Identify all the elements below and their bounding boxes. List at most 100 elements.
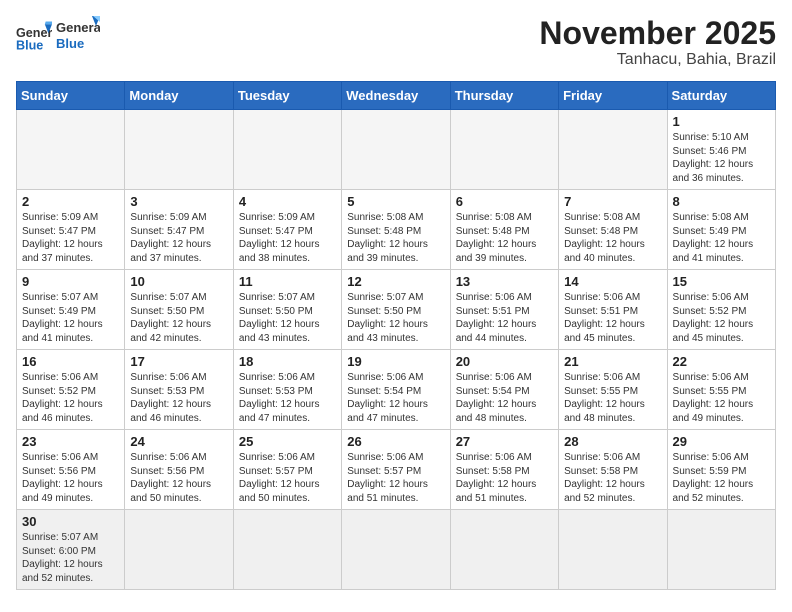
calendar-cell — [342, 510, 450, 590]
day-number: 22 — [673, 354, 770, 369]
cell-info: Sunrise: 5:08 AMSunset: 5:48 PMDaylight:… — [456, 211, 553, 265]
day-number: 3 — [130, 194, 227, 209]
day-number: 25 — [239, 434, 336, 449]
cell-info: Sunrise: 5:06 AMSunset: 5:53 PMDaylight:… — [130, 371, 227, 425]
day-number: 1 — [673, 114, 770, 129]
cell-info: Sunrise: 5:09 AMSunset: 5:47 PMDaylight:… — [239, 211, 336, 265]
calendar-cell: 20Sunrise: 5:06 AMSunset: 5:54 PMDayligh… — [450, 350, 558, 430]
page-header: General Blue General Blue November 2025 … — [16, 16, 776, 69]
weekday-header-thursday: Thursday — [450, 82, 558, 110]
calendar-cell: 19 Sunrise: 5:06 AMSunset: 5:54 PMDayligh… — [342, 350, 450, 430]
day-number: 29 — [673, 434, 770, 449]
cell-info: Sunrise: 5:09 AMSunset: 5:47 PMDaylight:… — [130, 211, 227, 265]
calendar-cell: 29 Sunrise: 5:06 AMSunset: 5:59 PMDayligh… — [667, 430, 775, 510]
calendar-cell: 30 Sunrise: 5:07 AMSunset: 6:00 PMDayligh… — [17, 510, 125, 590]
calendar-cell: 28 Sunrise: 5:06 AMSunset: 5:58 PMDayligh… — [559, 430, 667, 510]
cell-info: Sunrise: 5:07 AMSunset: 5:50 PMDaylight:… — [347, 291, 444, 345]
cell-info: Sunrise: 5:06 AMSunset: 5:58 PMDaylight:… — [456, 451, 553, 505]
location: Tanhacu, Bahia, Brazil — [539, 51, 776, 69]
cell-info: Sunrise: 5:06 AMSunset: 5:54 PMDaylight:… — [347, 371, 444, 425]
calendar-cell: 16 Sunrise: 5:06 AMSunset: 5:52 PMDayligh… — [17, 350, 125, 430]
calendar-week-row: 1 Sunrise: 5:10 AMSunset: 5:46 PMDaylight… — [17, 110, 776, 190]
svg-text:General: General — [56, 20, 100, 35]
cell-info: Sunrise: 5:06 AMSunset: 5:52 PMDaylight:… — [22, 371, 119, 425]
calendar-cell: 13Sunrise: 5:06 AMSunset: 5:51 PMDayligh… — [450, 270, 558, 350]
calendar-cell: 14Sunrise: 5:06 AMSunset: 5:51 PMDayligh… — [559, 270, 667, 350]
cell-info: Sunrise: 5:08 AMSunset: 5:48 PMDaylight:… — [347, 211, 444, 265]
day-number: 16 — [22, 354, 119, 369]
calendar-cell: 22 Sunrise: 5:06 AMSunset: 5:55 PMDayligh… — [667, 350, 775, 430]
cell-info: Sunrise: 5:06 AMSunset: 5:59 PMDaylight:… — [673, 451, 770, 505]
cell-info: Sunrise: 5:06 AMSunset: 5:58 PMDaylight:… — [564, 451, 661, 505]
calendar-cell: 7 Sunrise: 5:08 AMSunset: 5:48 PMDaylight… — [559, 190, 667, 270]
calendar-cell — [125, 510, 233, 590]
calendar-cell: 10Sunrise: 5:07 AMSunset: 5:50 PMDayligh… — [125, 270, 233, 350]
calendar-table: SundayMondayTuesdayWednesdayThursdayFrid… — [16, 81, 776, 590]
calendar-cell: 5Sunrise: 5:08 AMSunset: 5:48 PMDaylight… — [342, 190, 450, 270]
cell-info: Sunrise: 5:08 AMSunset: 5:48 PMDaylight:… — [564, 211, 661, 265]
day-number: 9 — [22, 274, 119, 289]
logo-icon: General Blue — [16, 17, 52, 53]
day-number: 12 — [347, 274, 444, 289]
calendar-cell: 4 Sunrise: 5:09 AMSunset: 5:47 PMDaylight… — [233, 190, 341, 270]
calendar-cell — [559, 510, 667, 590]
calendar-cell — [667, 510, 775, 590]
calendar-cell: 18Sunrise: 5:06 AMSunset: 5:53 PMDayligh… — [233, 350, 341, 430]
cell-info: Sunrise: 5:06 AMSunset: 5:56 PMDaylight:… — [22, 451, 119, 505]
calendar-cell: 17 Sunrise: 5:06 AMSunset: 5:53 PMDayligh… — [125, 350, 233, 430]
calendar-cell: 9 Sunrise: 5:07 AMSunset: 5:49 PMDaylight… — [17, 270, 125, 350]
calendar-week-row: 23Sunrise: 5:06 AMSunset: 5:56 PMDayligh… — [17, 430, 776, 510]
calendar-cell: 26Sunrise: 5:06 AMSunset: 5:57 PMDayligh… — [342, 430, 450, 510]
cell-info: Sunrise: 5:06 AMSunset: 5:51 PMDaylight:… — [456, 291, 553, 345]
weekday-header-wednesday: Wednesday — [342, 82, 450, 110]
calendar-cell — [233, 510, 341, 590]
weekday-header-row: SundayMondayTuesdayWednesdayThursdayFrid… — [17, 82, 776, 110]
day-number: 15 — [673, 274, 770, 289]
weekday-header-saturday: Saturday — [667, 82, 775, 110]
calendar-cell: 8 Sunrise: 5:08 AMSunset: 5:49 PMDaylight… — [667, 190, 775, 270]
calendar-cell — [342, 110, 450, 190]
cell-info: Sunrise: 5:10 AMSunset: 5:46 PMDaylight:… — [673, 131, 770, 185]
cell-info: Sunrise: 5:07 AMSunset: 5:49 PMDaylight:… — [22, 291, 119, 345]
cell-info: Sunrise: 5:07 AMSunset: 6:00 PMDaylight:… — [22, 531, 119, 585]
day-number: 21 — [564, 354, 661, 369]
day-number: 8 — [673, 194, 770, 209]
day-number: 28 — [564, 434, 661, 449]
day-number: 7 — [564, 194, 661, 209]
cell-info: Sunrise: 5:07 AMSunset: 5:50 PMDaylight:… — [130, 291, 227, 345]
cell-info: Sunrise: 5:06 AMSunset: 5:55 PMDaylight:… — [564, 371, 661, 425]
calendar-cell: 12 Sunrise: 5:07 AMSunset: 5:50 PMDayligh… — [342, 270, 450, 350]
calendar-cell — [125, 110, 233, 190]
cell-info: Sunrise: 5:08 AMSunset: 5:49 PMDaylight:… — [673, 211, 770, 265]
svg-text:Blue: Blue — [16, 38, 43, 52]
day-number: 24 — [130, 434, 227, 449]
day-number: 19 — [347, 354, 444, 369]
day-number: 17 — [130, 354, 227, 369]
calendar-week-row: 9 Sunrise: 5:07 AMSunset: 5:49 PMDaylight… — [17, 270, 776, 350]
day-number: 30 — [22, 514, 119, 529]
cell-info: Sunrise: 5:06 AMSunset: 5:55 PMDaylight:… — [673, 371, 770, 425]
cell-info: Sunrise: 5:06 AMSunset: 5:57 PMDaylight:… — [239, 451, 336, 505]
calendar-cell: 27 Sunrise: 5:06 AMSunset: 5:58 PMDayligh… — [450, 430, 558, 510]
day-number: 26 — [347, 434, 444, 449]
calendar-cell: 3 Sunrise: 5:09 AMSunset: 5:47 PMDaylight… — [125, 190, 233, 270]
cell-info: Sunrise: 5:07 AMSunset: 5:50 PMDaylight:… — [239, 291, 336, 345]
calendar-cell — [17, 110, 125, 190]
calendar-cell: 21 Sunrise: 5:06 AMSunset: 5:55 PMDayligh… — [559, 350, 667, 430]
calendar-cell: 11Sunrise: 5:07 AMSunset: 5:50 PMDayligh… — [233, 270, 341, 350]
calendar-cell — [233, 110, 341, 190]
calendar-cell — [450, 110, 558, 190]
logo: General Blue General Blue — [16, 16, 100, 54]
weekday-header-tuesday: Tuesday — [233, 82, 341, 110]
calendar-cell: 15 Sunrise: 5:06 AMSunset: 5:52 PMDayligh… — [667, 270, 775, 350]
calendar-cell: 6Sunrise: 5:08 AMSunset: 5:48 PMDaylight… — [450, 190, 558, 270]
calendar-cell: 1 Sunrise: 5:10 AMSunset: 5:46 PMDaylight… — [667, 110, 775, 190]
month-title: November 2025 — [539, 16, 776, 51]
day-number: 27 — [456, 434, 553, 449]
day-number: 4 — [239, 194, 336, 209]
calendar-cell — [559, 110, 667, 190]
calendar-cell — [450, 510, 558, 590]
cell-info: Sunrise: 5:06 AMSunset: 5:54 PMDaylight:… — [456, 371, 553, 425]
title-block: November 2025 Tanhacu, Bahia, Brazil — [539, 16, 776, 69]
cell-info: Sunrise: 5:06 AMSunset: 5:52 PMDaylight:… — [673, 291, 770, 345]
